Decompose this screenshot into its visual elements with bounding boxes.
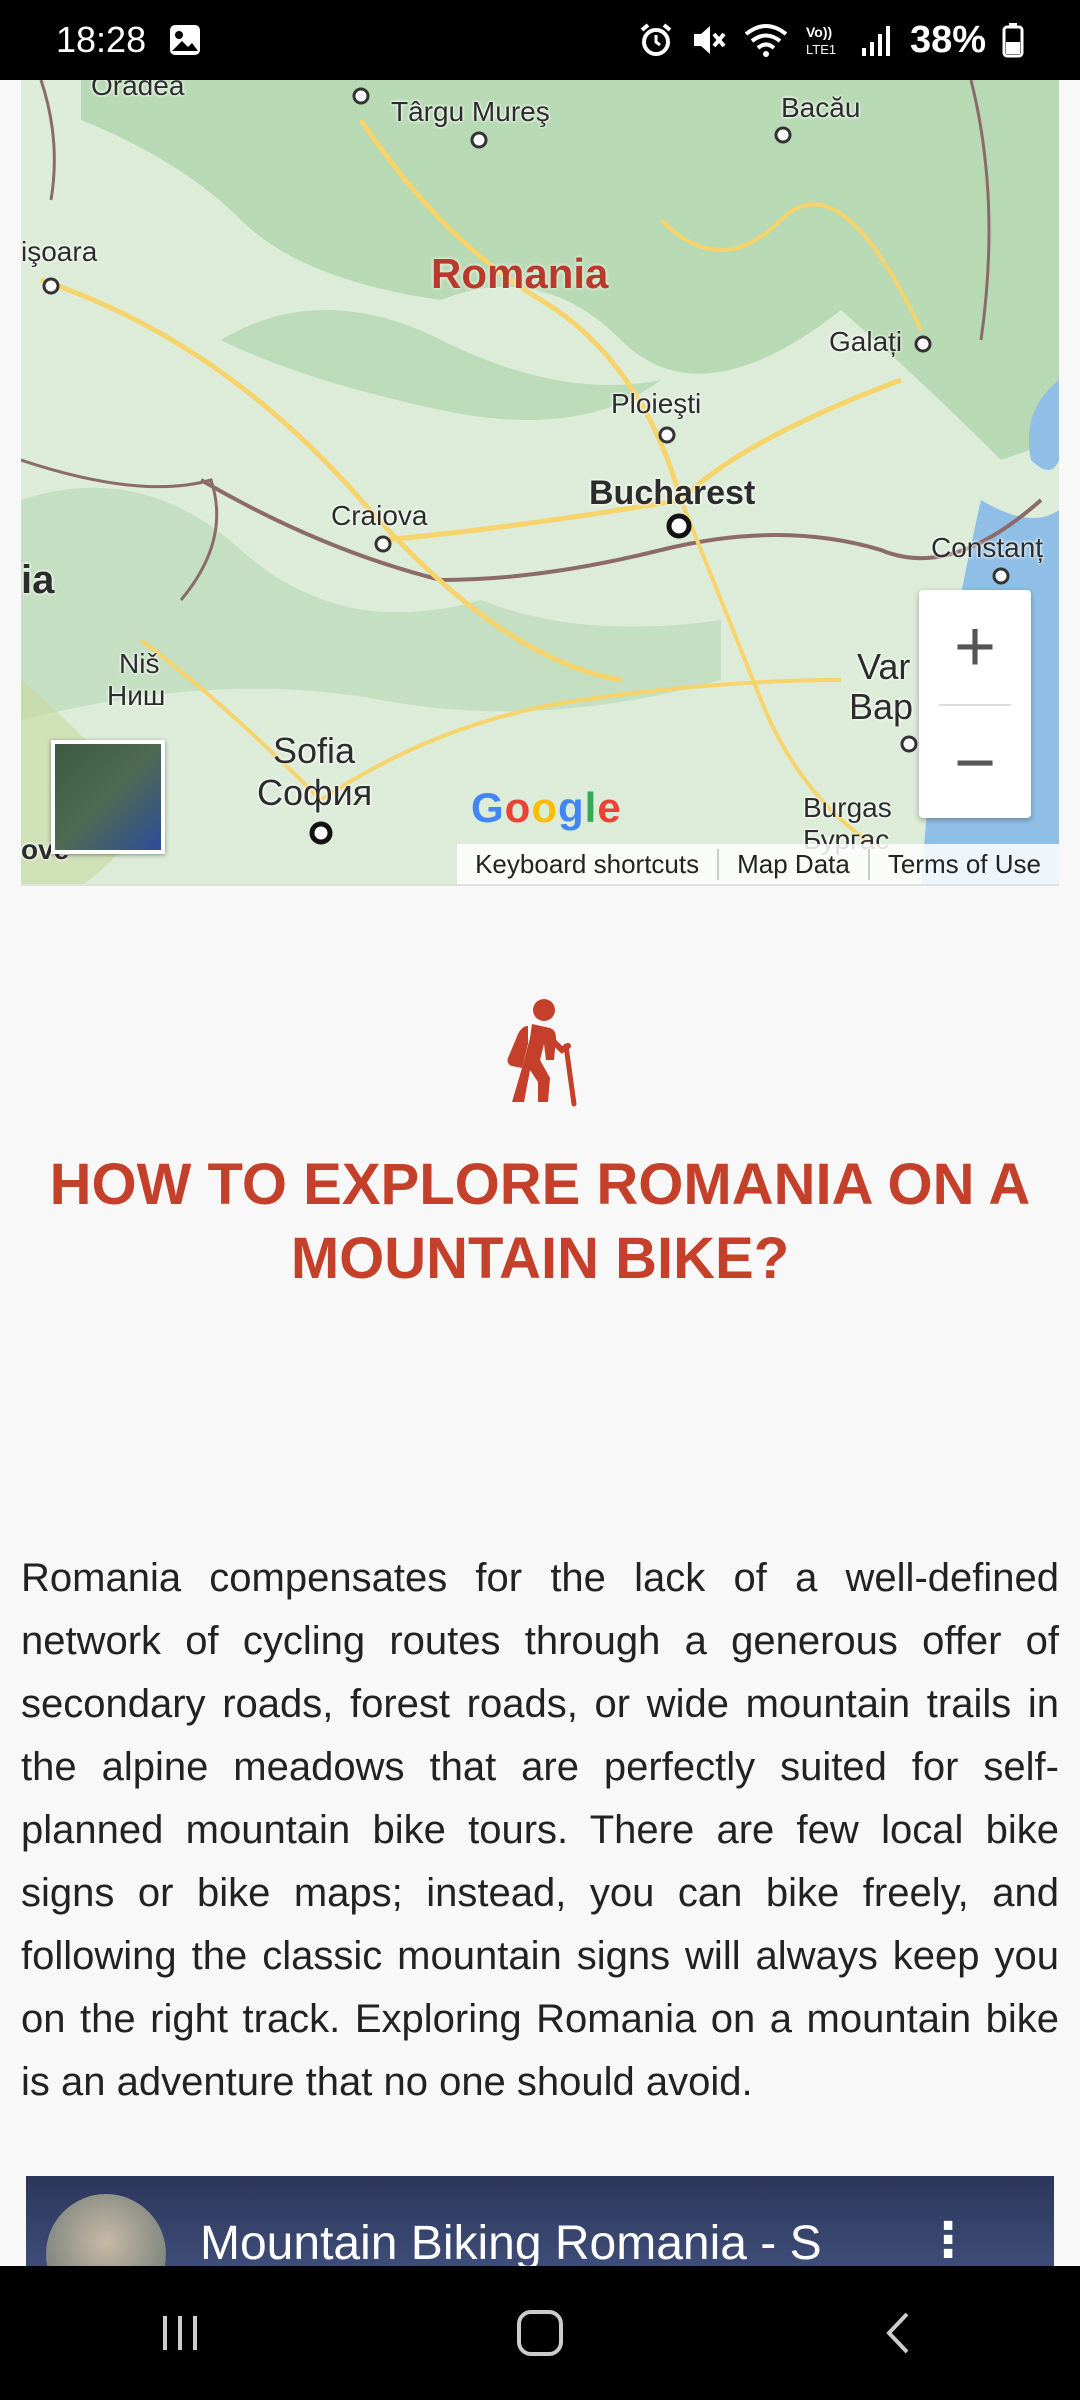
keyboard-shortcuts-link[interactable]: Keyboard shortcuts xyxy=(457,849,717,880)
map-place-ploiesti: Ploieşti xyxy=(611,388,702,419)
gallery-icon xyxy=(168,23,202,57)
home-icon xyxy=(517,2310,563,2356)
svg-text:Vo)): Vo)) xyxy=(806,24,832,40)
map-attribution: Keyboard shortcuts Map Data Terms of Use xyxy=(457,844,1059,884)
map-data-link[interactable]: Map Data xyxy=(717,848,868,880)
recent-apps-icon xyxy=(163,2316,197,2350)
map-place-nis-cyrillic: Ниш xyxy=(107,680,166,711)
video-embed[interactable]: Mountain Biking Romania - S ⋮ xyxy=(26,2176,1054,2266)
zoom-controls: + − xyxy=(919,590,1031,818)
satellite-toggle-button[interactable] xyxy=(51,740,165,854)
map-place-bacau: Bacău xyxy=(781,92,861,123)
wifi-icon xyxy=(744,22,788,58)
map-place-sofia-cyrillic: София xyxy=(257,772,373,813)
map[interactable]: Oradea Târgu Mureş Bacău işoara Romania … xyxy=(21,80,1059,886)
volte-icon: Vo)) LTE1 xyxy=(804,22,844,58)
status-time: 18:28 xyxy=(56,19,147,60)
map-place-varna: Var xyxy=(857,646,911,687)
signal-icon xyxy=(860,22,894,58)
page-title: HOW TO EXPLORE ROMANIA ON A MOUNTAIN BIK… xyxy=(49,1152,1031,1291)
zoom-in-button[interactable]: + xyxy=(919,590,1031,704)
google-logo: Google xyxy=(471,784,622,831)
channel-avatar[interactable] xyxy=(46,2194,166,2266)
map-place-varna-cyrillic: Вар xyxy=(849,686,914,727)
battery-percent: 38% xyxy=(909,18,986,61)
map-place-timisoara: işoara xyxy=(21,236,98,267)
more-options-icon[interactable]: ⋮ xyxy=(924,2212,972,2266)
battery-icon xyxy=(1002,22,1024,58)
back-button[interactable] xyxy=(840,2283,960,2383)
terms-of-use-link[interactable]: Terms of Use xyxy=(867,848,1059,880)
home-button[interactable] xyxy=(480,2283,600,2383)
map-place-sofia: Sofia xyxy=(273,730,356,771)
map-place-craiova: Craiova xyxy=(331,500,428,531)
svg-text:LTE1: LTE1 xyxy=(806,42,836,57)
alarm-icon xyxy=(638,22,674,58)
map-place-serbia-partial: ia xyxy=(21,558,55,602)
zoom-out-button[interactable]: − xyxy=(919,706,1031,820)
back-icon xyxy=(886,2312,909,2354)
hiker-icon xyxy=(500,998,580,1108)
map-place-constanta: Constanț xyxy=(931,532,1044,563)
map-place-targu-mures: Târgu Mureş xyxy=(391,96,550,127)
map-country-label: Romania xyxy=(431,250,609,297)
mute-icon xyxy=(690,22,728,58)
map-place-nis: Niš xyxy=(119,648,160,679)
recent-apps-button[interactable] xyxy=(120,2283,240,2383)
map-place-oradea: Oradea xyxy=(91,80,185,101)
map-canvas xyxy=(21,80,1059,884)
system-nav-bar xyxy=(0,2266,1080,2400)
article-body: Romania compensates for the lack of a we… xyxy=(21,1556,1059,2104)
map-place-bucharest: Bucharest xyxy=(589,474,756,512)
map-place-galati: Galați xyxy=(829,326,903,357)
video-title[interactable]: Mountain Biking Romania - S xyxy=(200,2216,822,2266)
map-place-burgas: Burgas xyxy=(803,792,892,823)
status-bar: 18:28 Vo)) LTE1 38% xyxy=(0,0,1080,80)
